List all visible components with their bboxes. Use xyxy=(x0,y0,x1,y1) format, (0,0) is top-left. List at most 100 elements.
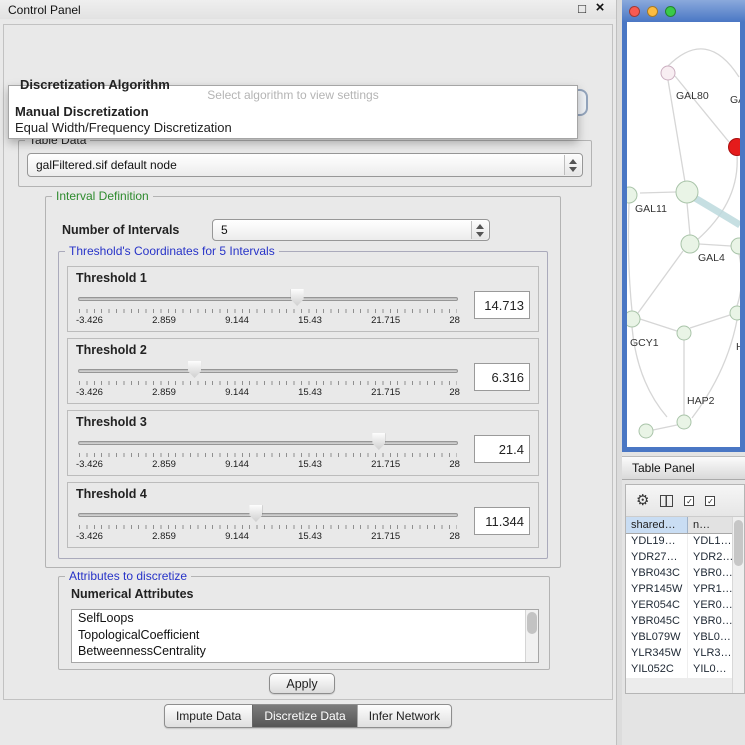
table-row[interactable]: YLR345WYLR3… xyxy=(626,646,744,662)
table-row[interactable]: YBR045CYBR0… xyxy=(626,614,744,630)
threshold-1-slider[interactable]: -3.4262.8599.14415.4321.71528 xyxy=(76,288,460,328)
scale-label: -3.426 xyxy=(76,387,103,398)
threshold-3-value-field[interactable]: 21.4 xyxy=(474,435,530,463)
scale-label: 21.715 xyxy=(371,315,400,326)
close-icon[interactable]: × xyxy=(592,0,608,16)
combo-arrows-icon[interactable] xyxy=(564,155,581,175)
selected-network-node[interactable] xyxy=(729,139,741,156)
threshold-panel-4: Threshold 4 -3.4262.8599.14415.4321.7152… xyxy=(67,482,539,548)
network-canvas[interactable]: GAL80 GA GAL11 GAL4 GCY1 H HAP2 xyxy=(627,22,740,447)
list-item[interactable]: TopologicalCoefficient xyxy=(72,627,538,644)
scale-label: -3.426 xyxy=(76,459,103,470)
dropdown-option-manual-discretization[interactable]: Manual Discretization xyxy=(9,103,577,119)
table-row[interactable]: YIL052CYIL0… xyxy=(626,662,744,678)
cell[interactable]: YDR27… xyxy=(626,550,688,566)
threshold-1-value-field[interactable]: 14.713 xyxy=(474,291,530,319)
cell[interactable]: YLR345W xyxy=(626,646,688,662)
table-panel-window: ⚙ ✓ ✓ shared… n… YDL19…YDL1… YDR27…YDR2…… xyxy=(625,484,745,694)
scale-label: 2.859 xyxy=(152,315,176,326)
node-label-gal80: GAL80 xyxy=(676,90,709,102)
table-body: YDL19…YDL1… YDR27…YDR2… YBR043CYBR0… YPR… xyxy=(626,534,744,678)
cell[interactable]: YBR043C xyxy=(626,566,688,582)
cell[interactable]: YPR145W xyxy=(626,582,688,598)
cell[interactable]: YDL19… xyxy=(626,534,688,550)
minimize-traffic-light-icon[interactable] xyxy=(647,6,658,17)
right-panel: GAL80 GA GAL11 GAL4 GCY1 H HAP2 Table Pa… xyxy=(622,0,745,745)
network-node[interactable] xyxy=(730,306,740,320)
zoom-traffic-light-icon[interactable] xyxy=(665,6,676,17)
float-window-icon[interactable]: □ xyxy=(574,1,590,16)
table-scrollbar[interactable] xyxy=(732,517,744,693)
network-node[interactable] xyxy=(731,238,740,254)
cell[interactable]: YIL052C xyxy=(626,662,688,678)
threshold-4-slider[interactable]: -3.4262.8599.14415.4321.71528 xyxy=(76,504,460,544)
table-row[interactable]: YBL079WYBL0… xyxy=(626,630,744,646)
apply-button[interactable]: Apply xyxy=(269,673,335,694)
slider-track[interactable] xyxy=(78,297,458,301)
attributes-list[interactable]: SelfLoops TopologicalCoefficient Between… xyxy=(71,609,539,663)
scrollbar-thumb[interactable] xyxy=(527,612,537,634)
table-data-combobox[interactable]: galFiltered.sif default node xyxy=(27,153,583,177)
scale-label: 28 xyxy=(449,459,460,470)
scale-label: 28 xyxy=(449,315,460,326)
table-row[interactable]: YPR145WYPR1… xyxy=(626,582,744,598)
attributes-group-label: Attributes to discretize xyxy=(65,569,191,583)
slider-thumb[interactable] xyxy=(372,433,385,450)
list-item[interactable]: BetweennessCentrality xyxy=(72,643,538,660)
slider-thumb[interactable] xyxy=(188,361,201,378)
tab-infer-network[interactable]: Infer Network xyxy=(357,705,451,727)
list-item[interactable]: SelfLoops xyxy=(72,610,538,627)
slider-track[interactable] xyxy=(78,513,458,517)
cell[interactable]: YER054C xyxy=(626,598,688,614)
scale-label: 15.43 xyxy=(298,315,322,326)
scale-label: 15.43 xyxy=(298,459,322,470)
threshold-2-value-field[interactable]: 6.316 xyxy=(474,363,530,391)
thresholds-group-label: Threshold's Coordinates for 5 Intervals xyxy=(65,244,279,258)
bottom-tab-bar: Impute Data Discretize Data Infer Networ… xyxy=(0,704,616,728)
table-row[interactable]: YER054CYER0… xyxy=(626,598,744,614)
cell[interactable]: YBL079W xyxy=(626,630,688,646)
highlighted-edge[interactable] xyxy=(695,198,740,225)
algorithm-section-label: Discretization Algorithm xyxy=(20,77,170,92)
slider-track[interactable] xyxy=(78,441,458,445)
table-row[interactable]: YDR27…YDR2… xyxy=(626,550,744,566)
node-label-hap2: HAP2 xyxy=(687,395,715,407)
network-node[interactable] xyxy=(627,311,640,327)
table-row[interactable]: YBR043CYBR0… xyxy=(626,566,744,582)
network-node[interactable] xyxy=(639,424,653,438)
slider-thumb[interactable] xyxy=(291,289,304,306)
column-header-shared-name[interactable]: shared… xyxy=(626,517,688,533)
slider-track[interactable] xyxy=(78,369,458,373)
slider-scale: -3.4262.8599.14415.4321.71528 xyxy=(76,531,460,542)
tab-discretize-data[interactable]: Discretize Data xyxy=(252,705,356,727)
network-node[interactable] xyxy=(677,326,691,340)
tab-label: Discretize Data xyxy=(264,709,345,723)
network-node[interactable] xyxy=(661,66,675,80)
network-node[interactable] xyxy=(627,187,637,203)
combo-arrows-icon[interactable] xyxy=(471,221,488,239)
scrollbar-thumb[interactable] xyxy=(734,520,743,566)
number-of-intervals-combobox[interactable]: 5 xyxy=(212,219,490,241)
network-window-titlebar[interactable] xyxy=(622,0,745,22)
select-none-check-icon[interactable]: ✓ xyxy=(705,496,715,506)
gear-icon[interactable]: ⚙ xyxy=(636,493,649,508)
threshold-2-slider[interactable]: -3.4262.8599.14415.4321.71528 xyxy=(76,360,460,400)
tab-impute-data[interactable]: Impute Data xyxy=(165,705,252,727)
table-panel-titlebar[interactable]: Table Panel xyxy=(622,456,745,480)
columns-icon[interactable] xyxy=(660,495,673,507)
table-row[interactable]: YDL19…YDL1… xyxy=(626,534,744,550)
network-node[interactable] xyxy=(677,415,691,429)
threshold-4-value-field[interactable]: 11.344 xyxy=(474,507,530,535)
table-data-group: Table Data galFiltered.sif default node xyxy=(18,140,592,187)
scale-label: 2.859 xyxy=(152,531,176,542)
network-node[interactable] xyxy=(676,181,698,203)
dropdown-option-equal-width[interactable]: Equal Width/Frequency Discretization xyxy=(9,119,577,135)
slider-thumb[interactable] xyxy=(249,505,262,522)
threshold-3-slider[interactable]: -3.4262.8599.14415.4321.71528 xyxy=(76,432,460,472)
cell[interactable]: YBR045C xyxy=(626,614,688,630)
thresholds-group: Threshold's Coordinates for 5 Intervals … xyxy=(58,251,548,559)
close-traffic-light-icon[interactable] xyxy=(629,6,640,17)
list-scrollbar[interactable] xyxy=(525,610,538,662)
select-all-check-icon[interactable]: ✓ xyxy=(684,496,694,506)
network-node[interactable] xyxy=(681,235,699,253)
